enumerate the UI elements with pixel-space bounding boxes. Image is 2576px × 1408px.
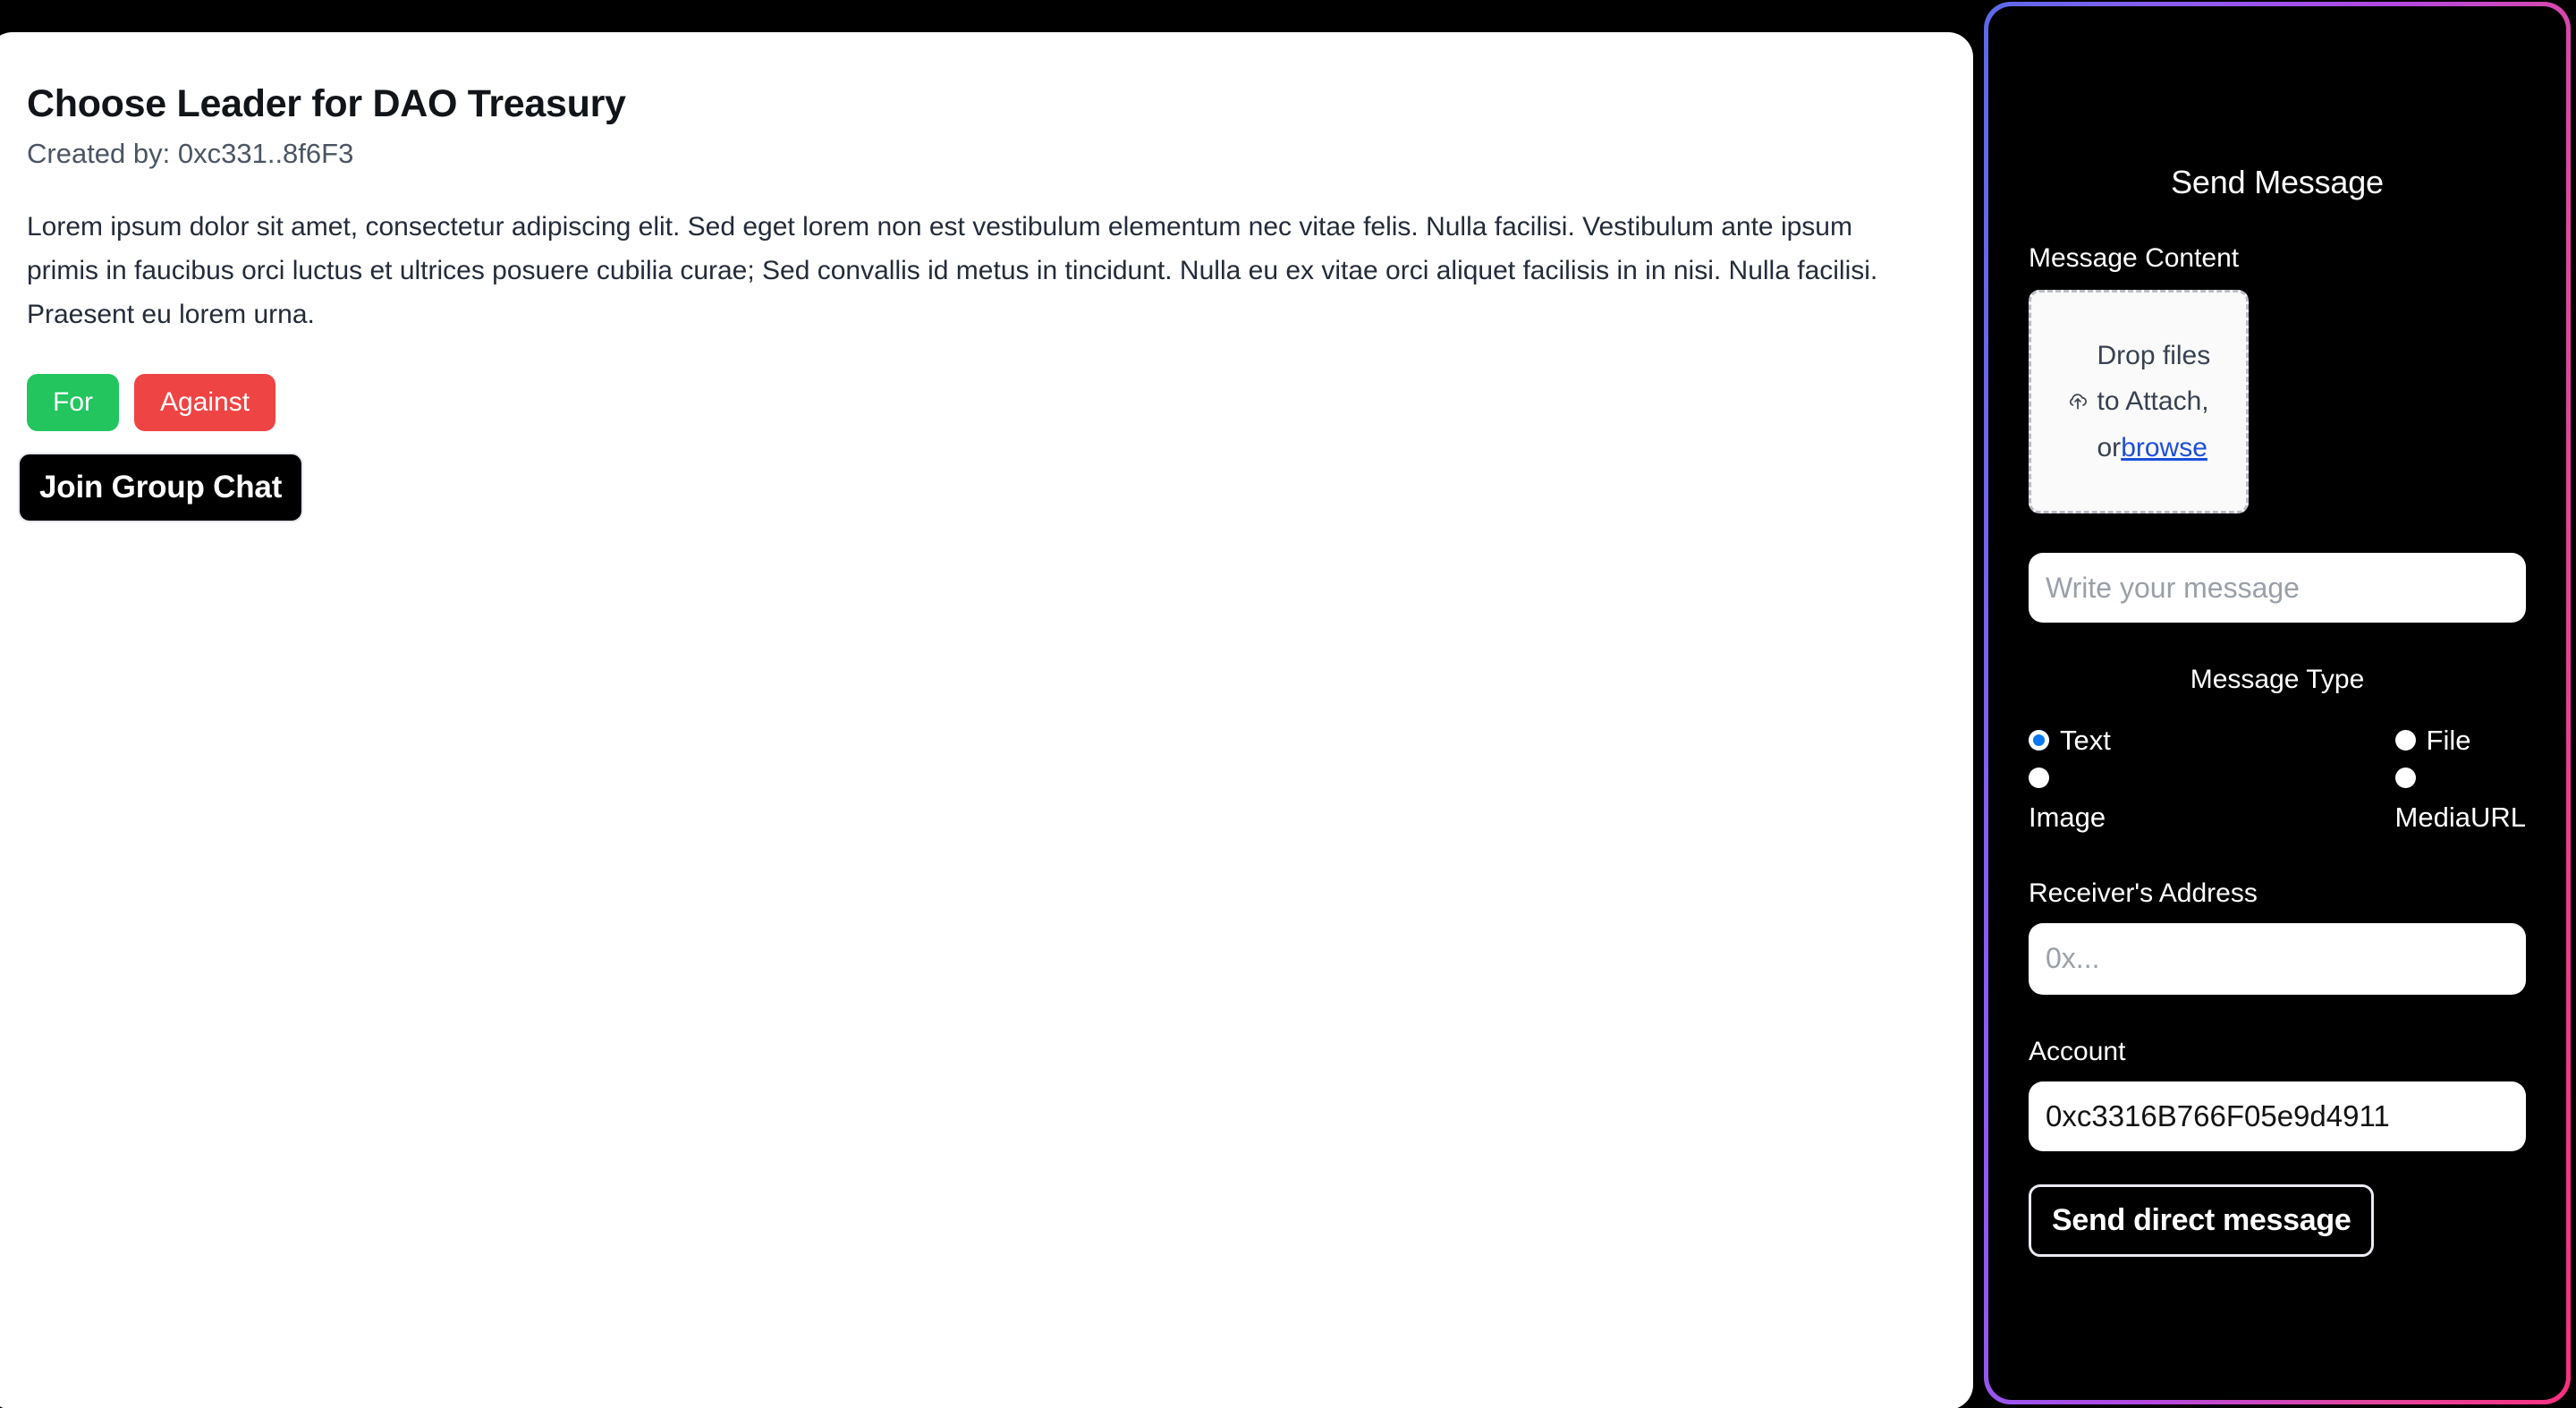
page-title: Choose Leader for DAO Treasury [27,82,626,125]
proposal-card: Choose Leader for DAO Treasury Created b… [0,32,1973,1408]
receiver-address-label: Receiver's Address [2029,878,2258,908]
radio-option-text[interactable]: Text [2029,722,2238,759]
vote-for-button[interactable]: For [27,374,119,432]
join-group-chat-button[interactable]: Join Group Chat [18,453,304,522]
message-type-radio-group: Text File Image MediaURL [2029,722,2526,836]
receiver-address-input[interactable] [2029,922,2526,995]
vote-button-group: For Against [27,374,1921,432]
cloud-upload-icon [2066,389,2089,417]
send-message-panel-border: Send Message Message Content Drop files … [1984,2,2571,1404]
radio-label-mediaurl: MediaURL [2394,801,2526,833]
message-input[interactable] [2029,553,2526,623]
account-input[interactable] [2029,1081,2526,1151]
message-content-label: Message Content [2029,243,2240,273]
radio-option-file[interactable]: File [2238,722,2526,759]
browse-files-link[interactable]: browse [2121,433,2207,462]
radio-indicator-image[interactable] [2029,767,2049,788]
dropzone-line-2: to Attach, [2097,386,2209,417]
vote-against-button[interactable]: Against [134,374,276,432]
radio-indicator-mediaurl[interactable] [2394,767,2416,788]
radio-label-image: Image [2029,801,2106,833]
radio-option-mediaurl[interactable]: MediaURL [2238,759,2526,836]
file-dropzone[interactable]: Drop files to Attach, orbrowse [2029,290,2249,513]
radio-label-text: Text [2060,725,2111,756]
proposal-description: Lorem ipsum dolor sit amet, consectetur … [27,212,1878,329]
send-message-title: Send Message [2171,164,2384,200]
send-message-panel: Send Message Message Content Drop files … [1988,6,2566,1400]
radio-label-file: File [2426,725,2471,756]
account-label: Account [2029,1036,2126,1066]
app-root: Choose Leader for DAO Treasury Created b… [0,0,2576,1408]
radio-option-image[interactable]: Image [2029,759,2238,836]
message-type-label: Message Type [2190,665,2365,694]
radio-indicator-text[interactable] [2029,730,2049,751]
proposal-creator: Created by: 0xc331..8f6F3 [27,138,354,170]
dropzone-line-3-prefix: or [2097,432,2122,462]
send-direct-message-button[interactable]: Send direct message [2029,1183,2375,1257]
radio-indicator-file[interactable] [2394,730,2416,751]
dropzone-line-1: Drop files [2097,340,2211,370]
dropzone-text: Drop files to Attach, orbrowse [2097,333,2212,471]
